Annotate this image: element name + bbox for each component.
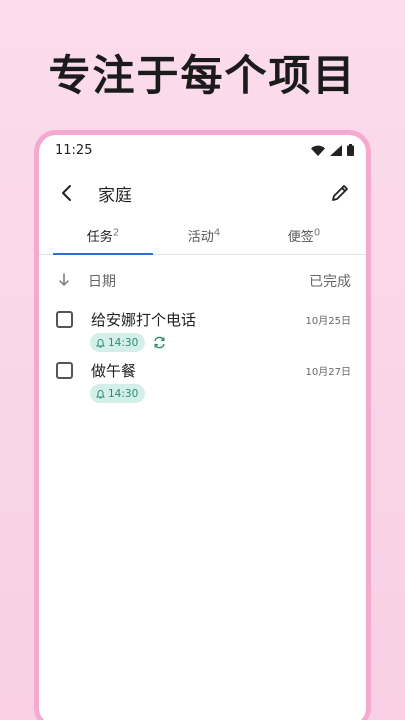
task-checkbox[interactable] xyxy=(56,311,73,328)
tab-notes-count: 0 xyxy=(313,227,321,239)
battery-icon xyxy=(347,144,354,156)
status-bar: 11:25 xyxy=(39,135,366,165)
task-title: 给安娜打个电话 xyxy=(91,311,197,329)
reminder-time: 14:30 xyxy=(108,336,139,349)
sort-row: 日期 已完成 xyxy=(39,267,366,297)
tab-tasks-label: 任务 xyxy=(86,230,113,245)
tab-notes-label: 便签 xyxy=(287,230,314,245)
app-screen: 11:25 家庭 任务2 活动4 便签0 日期 已完成 给安娜打个电话 10月2… xyxy=(39,135,366,720)
reminder-chip: 14:30 xyxy=(90,333,146,352)
reminder-chip: 14:30 xyxy=(90,384,146,403)
tab-active-indicator xyxy=(53,253,153,255)
task-item[interactable]: 做午餐 10月27日 14:30 xyxy=(39,358,366,408)
task-checkbox[interactable] xyxy=(56,362,73,379)
reminder-time: 14:30 xyxy=(108,387,139,400)
task-date: 10月25日 xyxy=(305,316,351,327)
edit-pencil-icon[interactable] xyxy=(326,179,354,207)
tab-notes[interactable]: 便签0 xyxy=(249,215,359,255)
task-title: 做午餐 xyxy=(91,362,137,380)
back-arrow-icon[interactable] xyxy=(53,179,81,207)
tab-tasks-count: 2 xyxy=(112,227,120,239)
repeat-icon xyxy=(154,336,165,349)
task-date: 10月27日 xyxy=(305,367,351,378)
tab-bar: 任务2 活动4 便签0 xyxy=(39,215,366,255)
bell-icon xyxy=(96,338,105,347)
tab-activities[interactable]: 活动4 xyxy=(149,215,259,255)
tab-activities-count: 4 xyxy=(213,227,221,239)
sort-label[interactable]: 日期 xyxy=(88,271,116,291)
promo-headline: 专注于每个项目 xyxy=(48,51,357,100)
task-item[interactable]: 给安娜打个电话 10月25日 14:30 xyxy=(39,307,366,357)
tab-tasks[interactable]: 任务2 xyxy=(48,215,158,255)
sort-down-arrow-icon[interactable] xyxy=(55,271,73,289)
tab-activities-label: 活动 xyxy=(187,230,214,245)
completed-filter[interactable]: 已完成 xyxy=(309,271,351,291)
status-icons xyxy=(311,144,354,156)
page-title: 家庭 xyxy=(98,186,132,206)
phone-frame: 11:25 家庭 任务2 活动4 便签0 日期 已完成 给安娜打个电话 10月2… xyxy=(34,130,371,720)
status-time: 11:25 xyxy=(55,143,93,158)
bell-icon xyxy=(96,389,105,398)
wifi-icon xyxy=(311,145,325,156)
signal-icon xyxy=(330,144,342,156)
app-bar: 家庭 xyxy=(39,169,366,217)
